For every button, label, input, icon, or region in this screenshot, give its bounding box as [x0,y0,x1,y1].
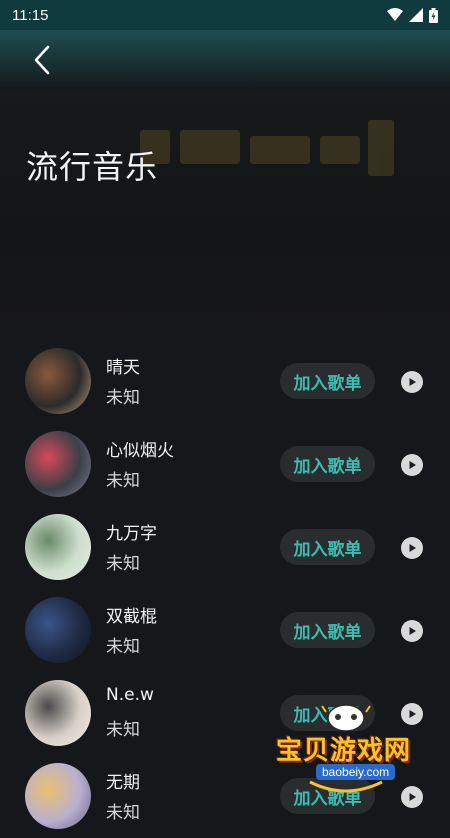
song-row[interactable]: 晴天未知 加入歌单 [0,340,450,423]
header [0,30,450,90]
add-to-playlist-button[interactable]: 加入歌单 [280,778,375,814]
status-icons [387,7,438,23]
song-row[interactable]: 心似烟火未知 加入歌单 [0,423,450,506]
play-icon [409,710,416,718]
back-button[interactable] [24,42,60,78]
song-row[interactable]: 九万字未知 加入歌单 [0,506,450,589]
play-button[interactable] [401,786,423,808]
song-artist: 未知 [106,554,140,574]
song-title: 九万字 [106,524,157,544]
add-to-playlist-button[interactable]: 加入歌单 [280,612,375,648]
song-list: 晴天 未知 加入歌单 心似烟火 未知 加入歌单 九万字 未知 加入歌单 双截棍 未知 加入歌单 N.e.… [0,340,450,838]
chevron-left-icon [34,45,50,75]
play-button[interactable] [401,620,423,642]
song-cover-image [25,680,91,746]
song-artist: 未知 [106,803,140,823]
add-to-playlist-button[interactable]: 加入歌单 [280,529,375,565]
signal-icon [409,8,423,22]
song-title: 晴天 [106,358,140,378]
song-artist: 未知 [106,637,140,657]
battery-icon [429,7,438,23]
play-button[interactable] [401,371,423,393]
status-bar: 11:15 [0,0,450,30]
play-icon [409,627,416,635]
hero-banner: 流行音乐 [0,90,450,330]
add-to-playlist-button[interactable]: 加入歌单 [280,446,375,482]
play-icon [409,378,416,386]
play-button[interactable] [401,537,423,559]
song-title: N.e.w [106,685,154,705]
song-cover-image [25,597,91,663]
song-artist: 未知 [106,471,140,491]
song-title: 无期 [106,773,140,793]
song-cover-image [25,763,91,829]
song-cover-image [25,514,91,580]
song-artist: 未知 [106,388,140,408]
status-time: 11:15 [12,6,49,24]
wifi-icon [387,8,403,21]
play-icon [409,544,416,552]
song-cover-image [25,348,91,414]
play-button[interactable] [401,703,423,725]
play-button[interactable] [401,454,423,476]
play-icon [409,461,416,469]
song-artist: 未知 [106,720,140,740]
hero-background-art [140,120,410,180]
page-title: 流行音乐 [26,148,159,186]
add-to-playlist-button[interactable]: 加入歌单 [280,363,375,399]
song-row[interactable]: 无期未知 加入歌单 [0,755,450,838]
play-icon [409,793,416,801]
song-title: 心似烟火 [106,441,174,461]
song-row[interactable]: 双截棍未知 加入歌单 [0,589,450,672]
add-to-playlist-button[interactable]: 加入歌单 [280,695,375,731]
song-row[interactable]: N.e.w 未知 加入歌单 [0,672,450,755]
song-cover-image [25,431,91,497]
song-title: 双截棍 [106,607,157,627]
